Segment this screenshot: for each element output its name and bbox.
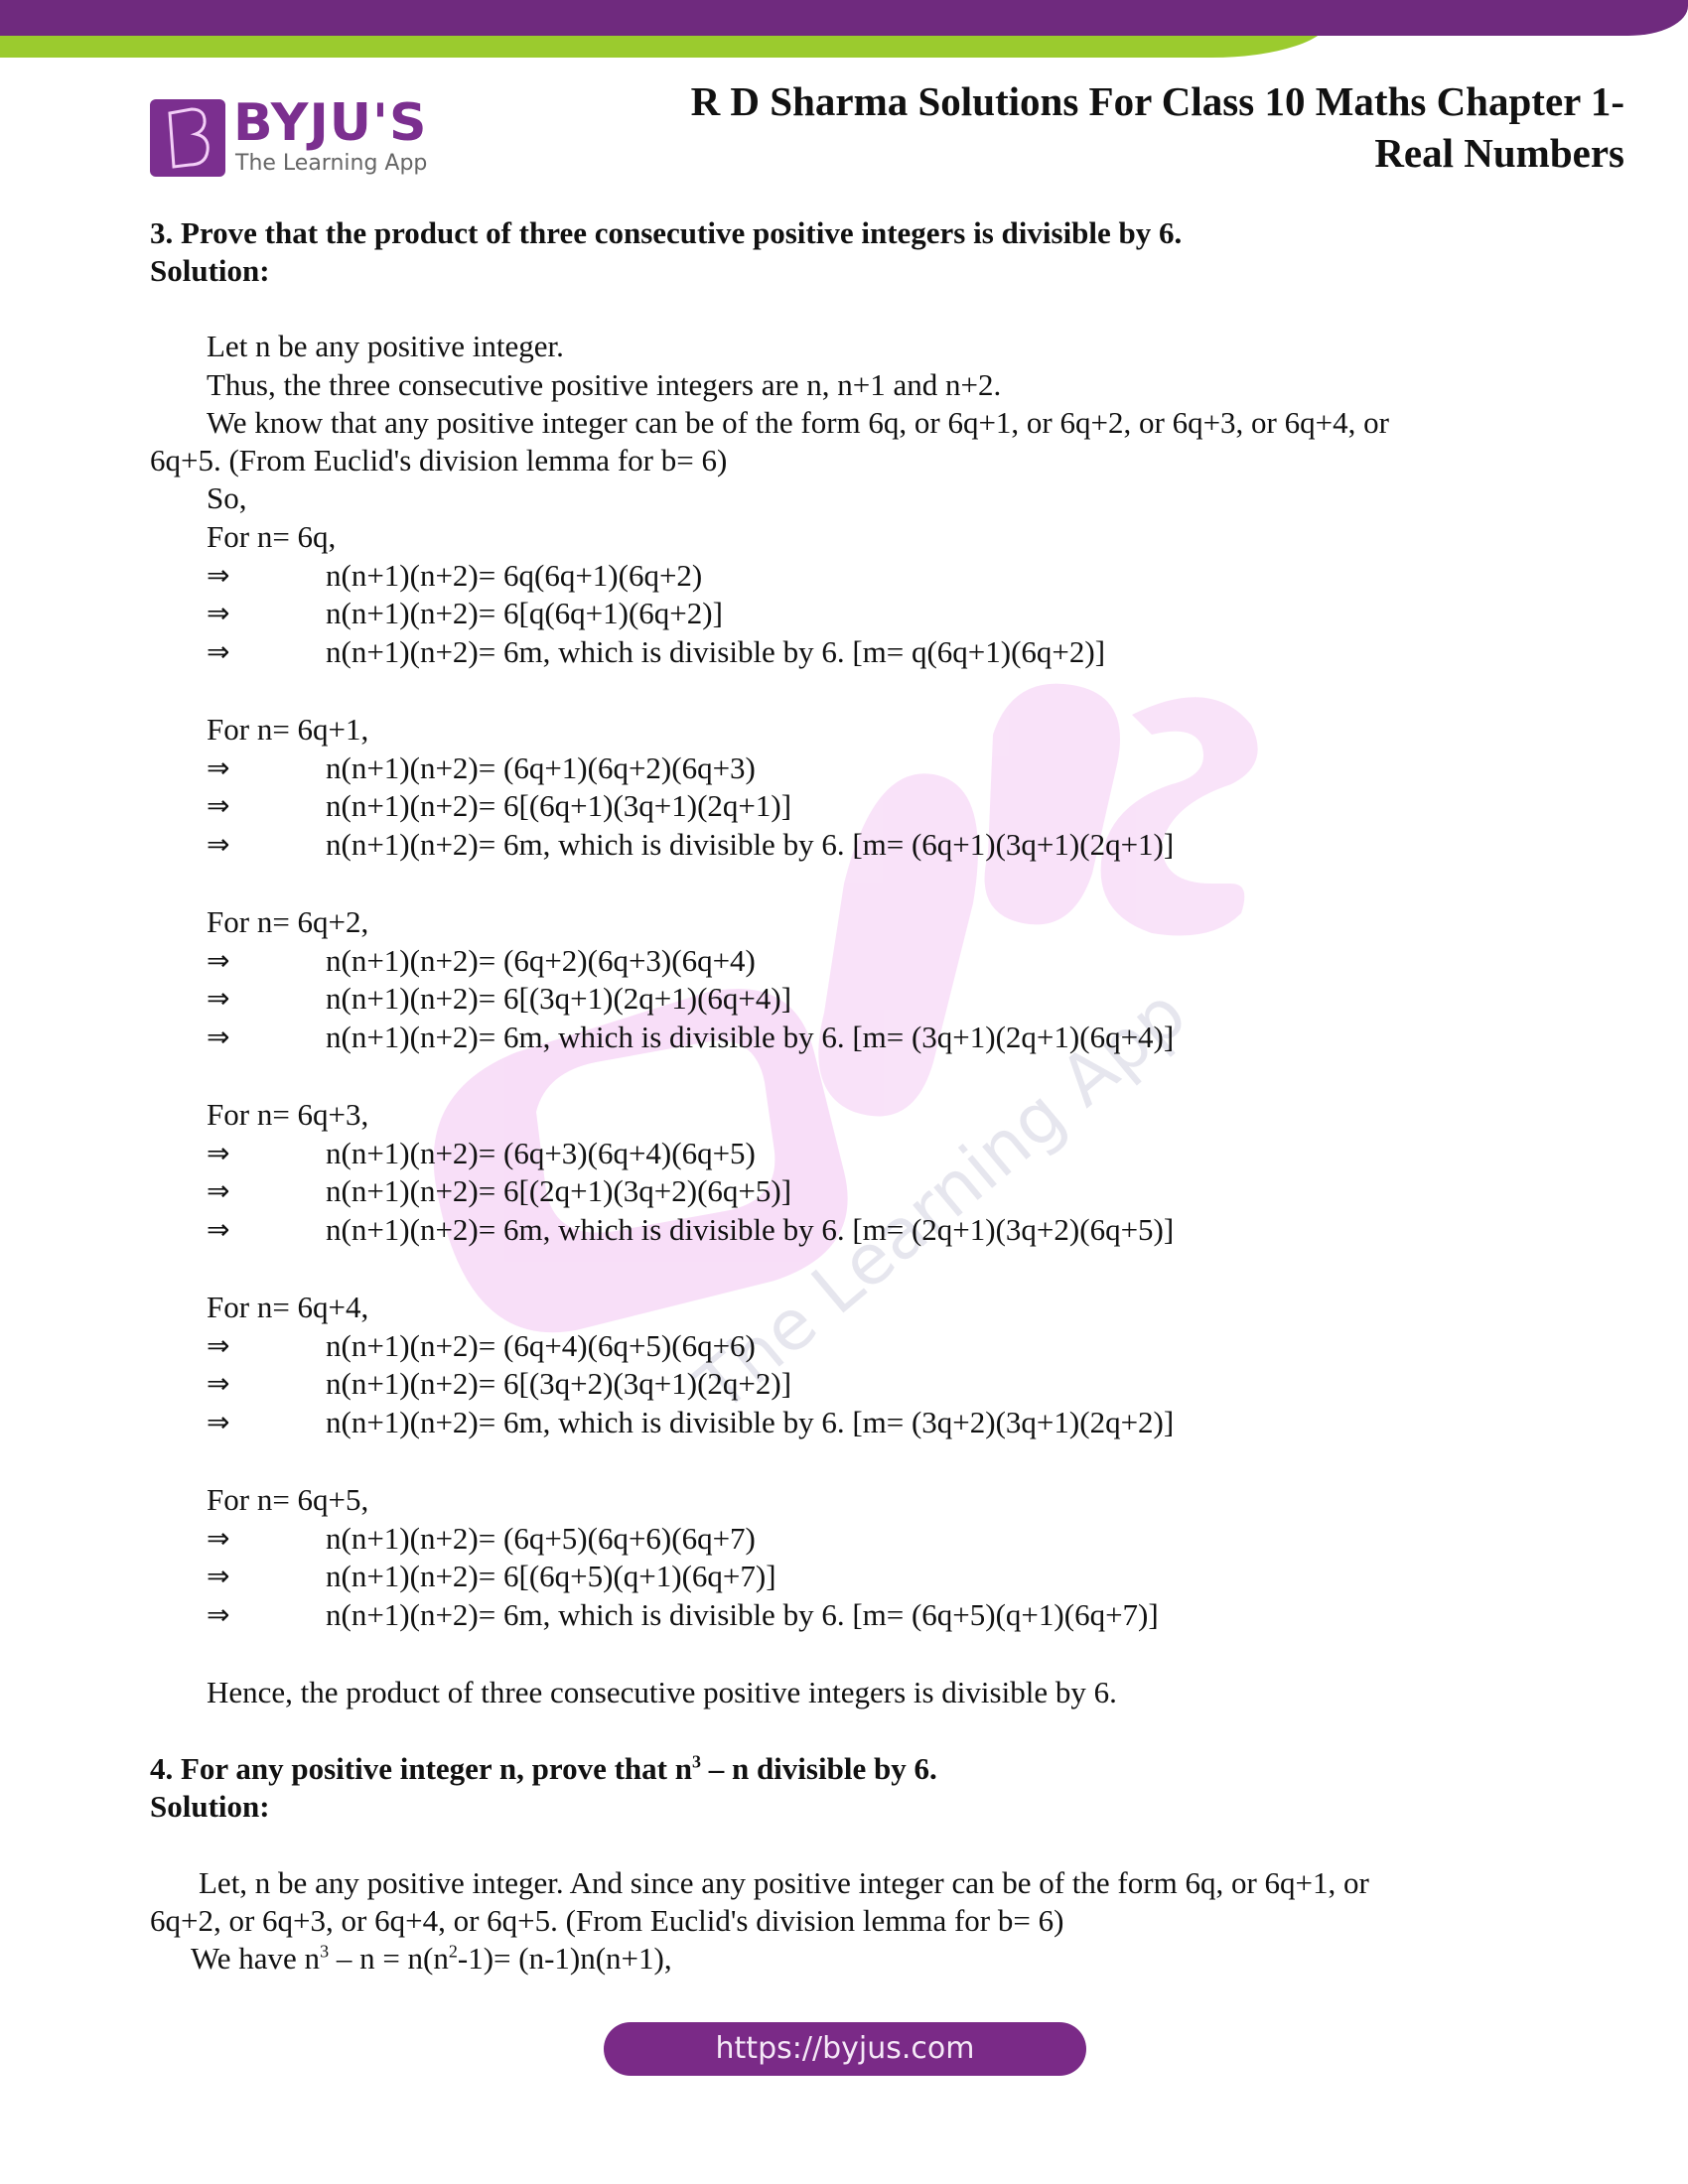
q4-question-text: 4. For any positive integer n, prove tha… [150, 1751, 692, 1786]
case-step: n(n+1)(n+2)= 6[(2q+1)(3q+2)(6q+5)] [326, 1173, 792, 1209]
implies-arrow-icon: ⇒ [207, 1136, 230, 1169]
brand-name: BYJU'S [233, 93, 428, 153]
implies-arrow-icon: ⇒ [207, 558, 230, 592]
page-title: R D Sharma Solutions For Class 10 Maths … [691, 75, 1624, 179]
implies-arrow-icon: ⇒ [207, 597, 230, 630]
q3-solution-label: Solution: [150, 253, 270, 288]
case-step: n(n+1)(n+2)= (6q+5)(6q+6)(6q+7) [326, 1520, 756, 1556]
q4-solution-label: Solution: [150, 1789, 270, 1824]
case-step: n(n+1)(n+2)= 6[(6q+1)(3q+1)(2q+1)] [326, 788, 792, 824]
implies-arrow-icon: ⇒ [207, 943, 230, 977]
implies-arrow-icon: ⇒ [207, 789, 230, 823]
q4-body-line: 6q+2, or 6q+3, or 6q+4, or 6q+5. (From E… [150, 1903, 1064, 1938]
q4-question-text-end: – n divisible by 6. [700, 1751, 937, 1786]
implies-arrow-icon: ⇒ [207, 1521, 230, 1555]
q4-body-line: We have n3 – n = n(n2-1)= (n-1)n(n+1), [191, 1940, 672, 1978]
case-label: For n= 6q+2, [207, 904, 369, 939]
case-step: n(n+1)(n+2)= 6m, which is divisible by 6… [326, 1597, 1159, 1633]
q4-eq-part: -1)= (n-1)n(n+1), [457, 1941, 672, 1976]
case-step: n(n+1)(n+2)= (6q+3)(6q+4)(6q+5) [326, 1135, 756, 1170]
q3-intro-line: 6q+5. (From Euclid's division lemma for … [150, 443, 728, 478]
implies-arrow-icon: ⇒ [207, 751, 230, 784]
implies-arrow-icon: ⇒ [207, 1174, 230, 1208]
q4-eq-part: We have n [191, 1941, 321, 1976]
brand-tagline: The Learning App [235, 151, 428, 176]
footer-url-link[interactable]: https://byjus.com [604, 2022, 1086, 2076]
case-label: For n= 6q, [207, 519, 337, 554]
q4-eq-exponent: 3 [320, 1941, 330, 1962]
case-label: For n= 6q+5, [207, 1482, 369, 1517]
case-step: n(n+1)(n+2)= 6m, which is divisible by 6… [326, 634, 1106, 670]
implies-arrow-icon: ⇒ [207, 1021, 230, 1054]
implies-arrow-icon: ⇒ [207, 828, 230, 862]
implies-arrow-icon: ⇒ [207, 982, 230, 1016]
implies-arrow-icon: ⇒ [207, 1213, 230, 1247]
q4-body-line: Let, n be any positive integer. And sinc… [199, 1865, 1369, 1900]
case-step: n(n+1)(n+2)= 6q(6q+1)(6q+2) [326, 557, 703, 593]
case-label: For n= 6q+3, [207, 1097, 369, 1132]
case-step: n(n+1)(n+2)= 6[(6q+5)(q+1)(6q+7)] [326, 1559, 776, 1594]
q3-question: 3. Prove that the product of three conse… [150, 215, 1183, 250]
header-banner [0, 0, 1688, 58]
implies-arrow-icon: ⇒ [207, 1328, 230, 1362]
case-step: n(n+1)(n+2)= 6m, which is divisible by 6… [326, 1212, 1175, 1248]
case-step: n(n+1)(n+2)= (6q+2)(6q+3)(6q+4) [326, 942, 756, 978]
case-step: n(n+1)(n+2)= 6[q(6q+1)(6q+2)] [326, 596, 723, 631]
q4-eq-exponent: 2 [448, 1941, 458, 1962]
q4-eq-part: – n = n(n [329, 1941, 449, 1976]
case-step: n(n+1)(n+2)= (6q+1)(6q+2)(6q+3) [326, 750, 756, 785]
byjus-b-logo-icon [150, 99, 225, 177]
q4-exponent: 3 [691, 1751, 701, 1772]
implies-arrow-icon: ⇒ [207, 1560, 230, 1593]
q3-intro-line: Thus, the three consecutive positive int… [207, 367, 1002, 402]
case-label: For n= 6q+4, [207, 1290, 369, 1324]
byjus-logo: BYJU'S The Learning App [150, 93, 448, 181]
q3-intro-line: We know that any positive integer can be… [207, 405, 1389, 440]
title-line-2: Real Numbers [1374, 130, 1624, 176]
q3-intro-line: Let n be any positive integer. [207, 329, 564, 363]
implies-arrow-icon: ⇒ [207, 1406, 230, 1439]
case-step: n(n+1)(n+2)= (6q+4)(6q+5)(6q+6) [326, 1327, 756, 1363]
case-label: For n= 6q+1, [207, 712, 369, 747]
case-step: n(n+1)(n+2)= 6[(3q+1)(2q+1)(6q+4)] [326, 981, 792, 1017]
purple-stripe [0, 0, 1688, 36]
case-step: n(n+1)(n+2)= 6m, which is divisible by 6… [326, 1405, 1175, 1440]
q3-intro-line: So, [207, 480, 247, 515]
case-step: n(n+1)(n+2)= 6m, which is divisible by 6… [326, 827, 1175, 863]
case-step: n(n+1)(n+2)= 6m, which is divisible by 6… [326, 1020, 1175, 1055]
implies-arrow-icon: ⇒ [207, 1367, 230, 1401]
implies-arrow-icon: ⇒ [207, 1598, 230, 1632]
case-step: n(n+1)(n+2)= 6[(3q+2)(3q+1)(2q+2)] [326, 1366, 792, 1402]
title-line-1: R D Sharma Solutions For Class 10 Maths … [690, 78, 1624, 124]
q4-question: 4. For any positive integer n, prove tha… [150, 1750, 937, 1788]
implies-arrow-icon: ⇒ [207, 635, 230, 669]
q3-conclusion: Hence, the product of three consecutive … [207, 1675, 1117, 1709]
